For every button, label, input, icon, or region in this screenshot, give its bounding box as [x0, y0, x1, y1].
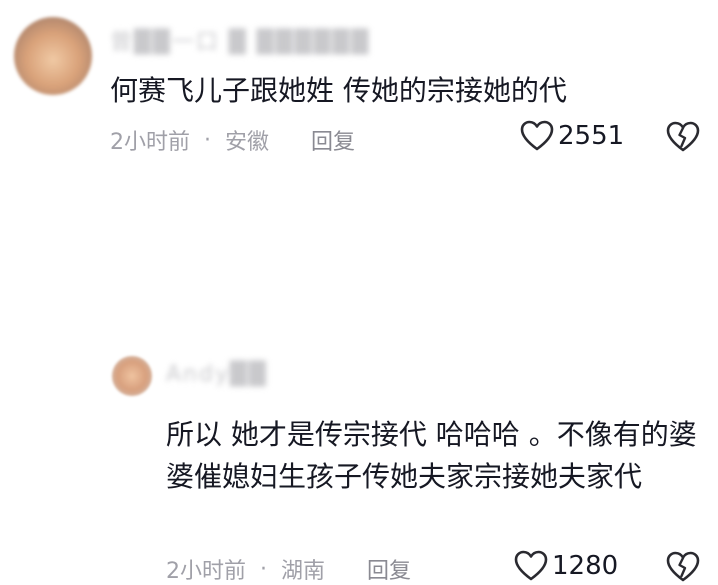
broken-heart-icon[interactable]	[666, 550, 700, 584]
comment-text: 何赛飞儿子跟她姓 传她的宗接她的代	[110, 74, 567, 107]
heart-outline-icon	[520, 120, 554, 151]
like-button[interactable]: 1280	[514, 550, 618, 582]
like-count: 1280	[552, 551, 619, 581]
like-button[interactable]: 2551	[520, 120, 624, 152]
reply-button[interactable]: 回复	[311, 124, 355, 156]
comment-location: 湖南	[281, 559, 326, 584]
comment-text: 所以 她才是传宗接代 哈哈哈 。不像有的婆婆催媳妇生孩子传她夫家宗接她夫家代	[166, 418, 697, 493]
comment-meta: 2小时前 · 湖南 回复	[166, 553, 411, 585]
comment-location: 安徽	[225, 130, 270, 155]
reply-comment-item: Andy██ 所以 她才是传宗接代 哈哈哈 。不像有的婆婆催媳妇生孩子传她夫家宗…	[0, 176, 718, 584]
comment-username[interactable]: 曾██一口 █ ██████	[110, 24, 370, 56]
avatar[interactable]	[112, 356, 152, 396]
broken-heart-icon[interactable]	[666, 120, 700, 154]
meta-separator: ·	[204, 127, 211, 153]
reply-button[interactable]: 回复	[367, 553, 411, 585]
like-count: 2551	[558, 121, 625, 151]
comment-time: 2小时前	[110, 130, 190, 155]
comment-time: 2小时前	[166, 559, 246, 584]
avatar[interactable]	[14, 17, 92, 95]
comment-username[interactable]: Andy██	[166, 362, 268, 387]
comment-item: 曾██一口 █ ██████ 何赛飞儿子跟她姓 传她的宗接她的代 2小时前 · 安徽…	[0, 0, 718, 180]
meta-separator: ·	[260, 556, 267, 582]
heart-outline-icon	[514, 550, 548, 581]
comment-meta: 2小时前 · 安徽 回复	[110, 124, 355, 156]
